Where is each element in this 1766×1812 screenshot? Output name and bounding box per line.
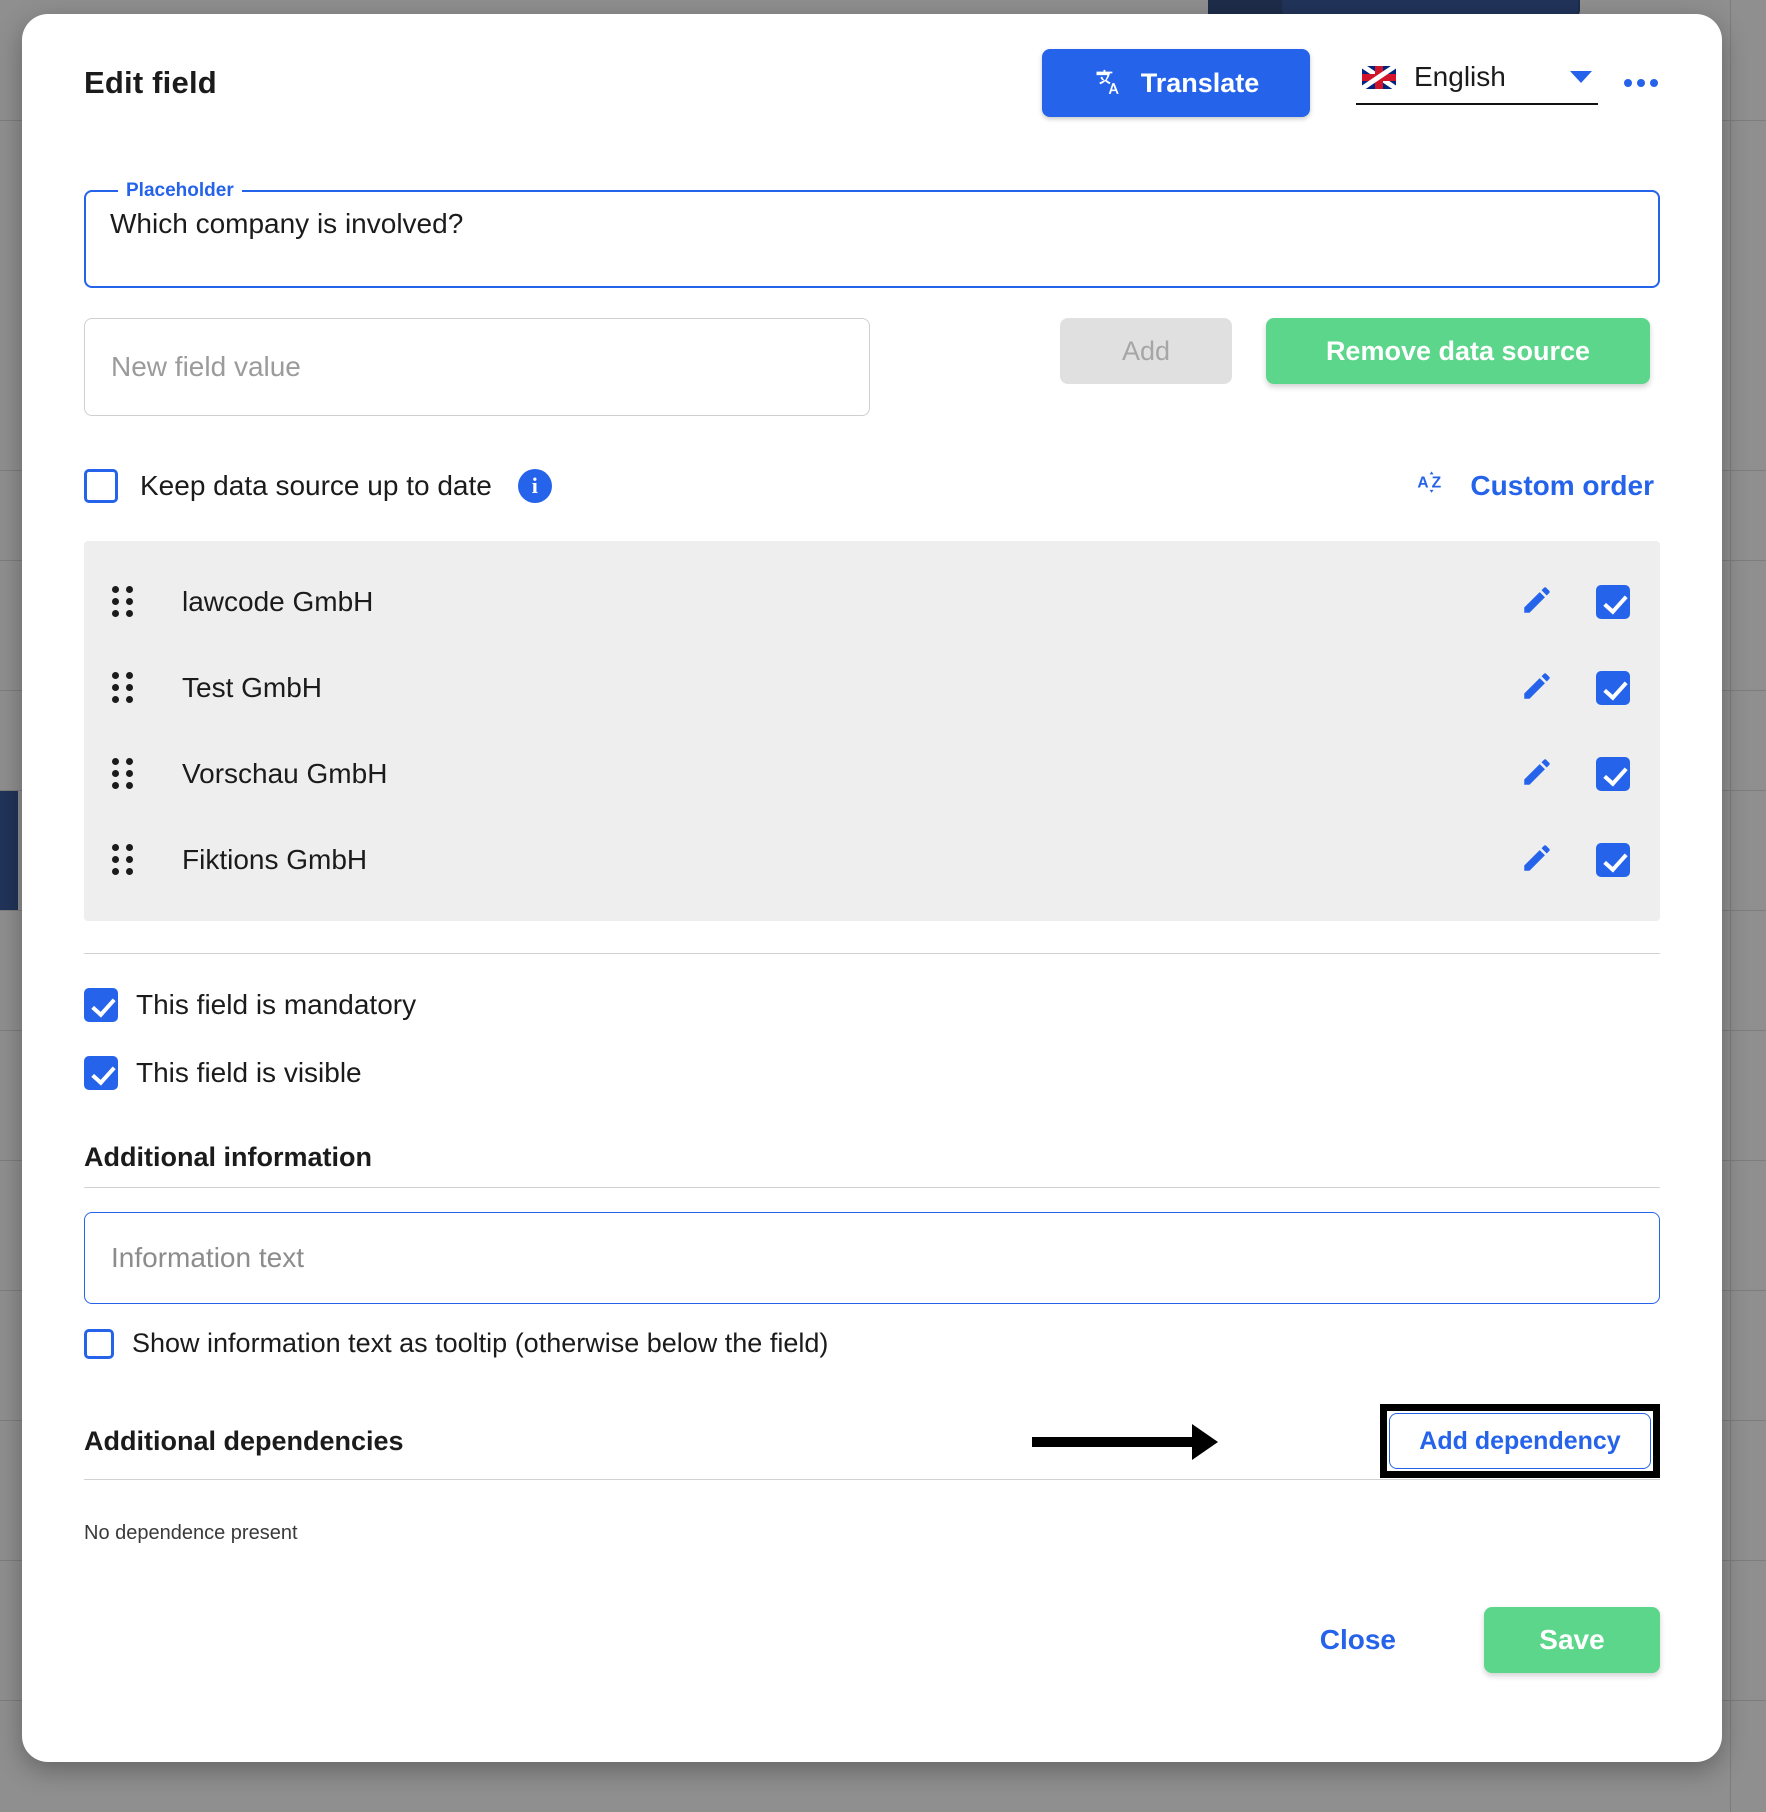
mandatory-row: This field is mandatory <box>84 988 1660 1022</box>
list-item-actions <box>1520 841 1630 880</box>
placeholder-legend: Placeholder <box>126 180 234 201</box>
language-selector[interactable]: English <box>1356 61 1598 105</box>
arrow-pointer-annotation <box>1032 1424 1232 1460</box>
divider <box>84 1479 1660 1480</box>
data-source-list: lawcode GmbH Test GmbH Vorschau GmbH Fik… <box>84 541 1660 921</box>
placeholder-value[interactable]: Which company is involved? <box>110 208 1634 240</box>
drag-handle-icon[interactable] <box>112 586 134 618</box>
visible-checkbox[interactable] <box>84 1056 118 1090</box>
drag-handle-icon[interactable] <box>112 844 134 876</box>
list-item-actions <box>1520 583 1630 622</box>
additional-information-title: Additional information <box>84 1142 372 1172</box>
pencil-edit-icon[interactable] <box>1520 841 1554 880</box>
annotation-highlight-box: Add dependency <box>1380 1404 1660 1478</box>
dialog-header: Edit field Translate English <box>84 14 1660 152</box>
list-item-checkbox[interactable] <box>1596 843 1630 877</box>
pencil-edit-icon[interactable] <box>1520 755 1554 794</box>
list-item-checkbox[interactable] <box>1596 757 1630 791</box>
edit-field-dialog: Edit field Translate English Placeholder… <box>22 14 1722 1762</box>
visible-row: This field is visible <box>84 1056 1660 1090</box>
dependencies-header: Additional dependencies Add dependency <box>84 1404 1660 1478</box>
translate-icon <box>1093 67 1121 100</box>
list-item-label: lawcode GmbH <box>182 586 374 617</box>
custom-order-button[interactable]: A Z Custom order <box>1410 464 1660 507</box>
info-icon[interactable]: i <box>517 468 552 503</box>
list-item[interactable]: Test GmbH <box>84 645 1660 731</box>
list-item-checkbox[interactable] <box>1596 671 1630 705</box>
tooltip-label: Show information text as tooltip (otherw… <box>132 1328 829 1358</box>
dependencies-title: Additional dependencies <box>84 1425 404 1456</box>
uk-flag-icon <box>1362 65 1396 89</box>
information-text-input[interactable] <box>84 1212 1660 1304</box>
more-options-icon[interactable] <box>1622 69 1660 97</box>
drag-handle-icon[interactable] <box>112 672 134 704</box>
sort-az-icon: A Z <box>1416 465 1450 506</box>
divider <box>84 1187 1660 1188</box>
remove-data-source-button[interactable]: Remove data source <box>1266 318 1650 384</box>
pencil-edit-icon[interactable] <box>1520 583 1554 622</box>
divider <box>84 953 1660 954</box>
list-item[interactable]: Fiktions GmbH <box>84 817 1660 903</box>
visible-label: This field is visible <box>136 1057 362 1088</box>
list-item-label: Fiktions GmbH <box>182 844 368 875</box>
page-title: Edit field <box>84 65 217 100</box>
no-dependency-message: No dependence present <box>84 1522 298 1544</box>
dialog-footer: Close Save <box>84 1607 1660 1673</box>
custom-order-label: Custom order <box>1470 469 1654 501</box>
tooltip-checkbox[interactable] <box>84 1328 114 1359</box>
mandatory-label: This field is mandatory <box>136 989 417 1020</box>
translate-button-label: Translate <box>1140 67 1260 98</box>
pencil-edit-icon[interactable] <box>1520 669 1554 708</box>
list-item-label: Vorschau GmbH <box>182 758 388 789</box>
list-item-actions <box>1520 755 1630 794</box>
add-button[interactable]: Add <box>1060 318 1232 384</box>
keep-data-source-label: Keep data source up to date <box>140 469 492 501</box>
list-item-actions <box>1520 669 1630 708</box>
svg-text:Z: Z <box>1432 475 1442 492</box>
list-item[interactable]: lawcode GmbH <box>84 559 1660 645</box>
add-dependency-button[interactable]: Add dependency <box>1389 1413 1651 1469</box>
save-button[interactable]: Save <box>1484 1607 1660 1673</box>
translate-button[interactable]: Translate <box>1042 49 1310 117</box>
svg-text:A: A <box>1418 475 1429 492</box>
mandatory-checkbox[interactable] <box>84 988 118 1022</box>
list-item-label: Test GmbH <box>182 672 323 703</box>
list-item[interactable]: Vorschau GmbH <box>84 731 1660 817</box>
new-field-value-input[interactable] <box>84 318 870 416</box>
close-button[interactable]: Close <box>1300 1610 1416 1670</box>
list-item-checkbox[interactable] <box>1596 585 1630 619</box>
placeholder-fieldset: Placeholder Which company is involved? <box>84 180 1660 288</box>
keep-data-source-row: Keep data source up to date i A Z Custom… <box>84 464 1660 507</box>
tooltip-option-row: Show information text as tooltip (otherw… <box>84 1328 1660 1359</box>
keep-data-source-checkbox[interactable] <box>84 468 118 503</box>
header-actions: Translate English <box>1042 49 1660 117</box>
language-label: English <box>1414 61 1506 92</box>
chevron-down-icon <box>1570 71 1592 83</box>
new-field-value-row: Add Remove data source <box>84 318 1660 416</box>
drag-handle-icon[interactable] <box>112 758 134 790</box>
